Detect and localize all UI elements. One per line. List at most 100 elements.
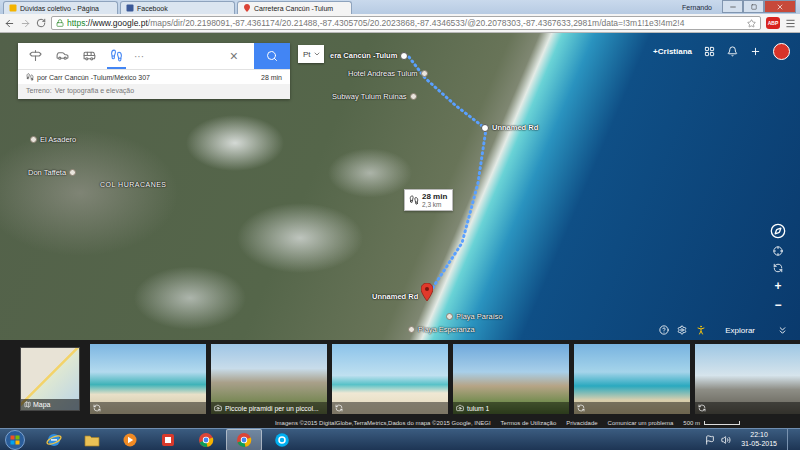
footer-link[interactable]: Comunicar um problema <box>608 420 674 426</box>
url-field[interactable]: https://www.google.pt/maps/dir/20.219809… <box>51 16 761 30</box>
notifications-icon[interactable] <box>727 46 738 57</box>
travel-mode-button[interactable] <box>53 43 72 69</box>
taskbar-app[interactable] <box>74 429 110 450</box>
taskbar-app[interactable] <box>150 429 186 450</box>
volume-icon[interactable] <box>721 435 731 445</box>
map-place[interactable]: Unnamed Rd <box>372 283 433 301</box>
compass-icon[interactable] <box>770 223 786 239</box>
share-icon[interactable] <box>750 46 761 57</box>
bookmark-star-icon[interactable] <box>747 19 756 28</box>
window-controls <box>722 0 796 13</box>
map-controls: +− <box>770 223 786 311</box>
settings-icon[interactable] <box>677 325 687 335</box>
more-modes-button[interactable]: ··· <box>134 51 144 62</box>
travel-mode-button[interactable] <box>80 43 99 69</box>
account-avatar[interactable] <box>773 43 790 60</box>
back-icon[interactable] <box>4 18 15 29</box>
route-info-box[interactable]: 28 min2,3 km <box>404 189 453 211</box>
place-label: Unnamed Rd <box>492 123 538 132</box>
route-info-text: 28 min2,3 km <box>422 192 447 208</box>
photo-card[interactable]: Piccole piramidi per un piccol... <box>211 344 327 414</box>
taskbar-app[interactable] <box>188 429 224 450</box>
minimize-button[interactable] <box>722 0 743 13</box>
poi-marker[interactable] <box>408 326 415 333</box>
clock[interactable]: 22:1031-05-2015 <box>737 431 781 447</box>
waypoint-marker[interactable] <box>481 124 489 132</box>
my-location-icon[interactable] <box>773 246 783 256</box>
taskbar-app[interactable] <box>36 429 72 450</box>
account-name[interactable]: +Cristiana <box>653 47 692 56</box>
reload-icon[interactable] <box>36 18 46 28</box>
close-window-button[interactable] <box>764 0 796 13</box>
adblock-badge[interactable]: ABP <box>766 17 780 29</box>
photo-card[interactable] <box>574 344 690 414</box>
map-card[interactable]: Mapa <box>20 347 80 411</box>
scale-bar <box>704 421 740 425</box>
address-bar: https://www.google.pt/maps/dir/20.219809… <box>0 14 800 33</box>
photo-caption <box>695 402 800 414</box>
zoom-in-button[interactable]: + <box>774 280 781 292</box>
footer-link[interactable]: Termos de Utilização <box>501 420 557 426</box>
poi-marker[interactable] <box>410 93 417 100</box>
poi-marker[interactable] <box>446 313 453 320</box>
photo-card[interactable] <box>332 344 448 414</box>
walk-icon <box>26 73 34 81</box>
map-place[interactable]: Playa Esperanza <box>408 325 475 334</box>
waypoint-marker[interactable] <box>400 52 408 60</box>
collapse-icon[interactable] <box>777 325 788 336</box>
place-label: Subway Tulum Ruinas <box>332 92 407 101</box>
map-place[interactable]: Hotel Andreas Tulum <box>348 69 428 78</box>
profile-name[interactable]: Fernando <box>674 4 720 11</box>
place-label: Don Taffeta <box>28 168 66 177</box>
footer-link[interactable]: Privacidade <box>566 420 597 426</box>
photo-card[interactable]: tulum 1 <box>453 344 569 414</box>
route-summary-row[interactable]: por Carr Cancún -Tulum/México 30728 min <box>18 69 290 84</box>
place-label: COL HURACANES <box>100 181 167 188</box>
help-icon[interactable] <box>659 325 669 335</box>
map-place[interactable]: Subway Tulum Ruinas <box>332 92 417 101</box>
menu-icon[interactable] <box>785 18 796 29</box>
place-label: Hotel Andreas Tulum <box>348 69 418 78</box>
taskbar-app[interactable] <box>112 429 148 450</box>
directions-icon <box>29 49 42 62</box>
action-center-icon[interactable] <box>705 435 715 445</box>
browser-tab[interactable]: Dúvidas coletivo - Página <box>3 1 118 14</box>
map-place[interactable]: era Cancún -Tulum <box>330 51 408 60</box>
travel-mode-button[interactable] <box>26 43 45 69</box>
poi-marker[interactable] <box>421 70 428 77</box>
photo-card[interactable] <box>90 344 206 414</box>
explore-button[interactable]: Explorar <box>715 326 769 335</box>
photo-caption <box>90 402 206 414</box>
language-dropdown[interactable]: Pt <box>298 45 324 63</box>
start-button[interactable] <box>4 430 26 450</box>
close-directions-button[interactable]: × <box>222 49 246 63</box>
map-place[interactable]: Playa Paraíso <box>446 312 503 321</box>
map-place[interactable]: El Asadero <box>30 135 76 144</box>
clock-date: 31-05-2015 <box>741 440 777 448</box>
photo-card[interactable] <box>695 344 800 414</box>
browser-tab[interactable]: Carretera Cancún -Tulum <box>237 1 352 14</box>
windows-logo-icon <box>5 430 25 450</box>
pegman-icon[interactable] <box>695 324 707 336</box>
poi-marker[interactable] <box>30 136 37 143</box>
map-place[interactable]: COL HURACANES <box>100 181 167 188</box>
show-desktop-button[interactable] <box>787 429 796 450</box>
rotate-icon[interactable] <box>773 263 783 273</box>
search-button[interactable] <box>254 43 290 69</box>
zoom-out-button[interactable]: − <box>774 299 781 311</box>
forward-icon[interactable] <box>20 18 31 29</box>
map-place[interactable]: Don Taffeta <box>28 168 76 177</box>
satellite-map[interactable]: era Cancún -Tulum Hotel Andreas Tulum Subw… <box>0 33 800 340</box>
taskbar-app[interactable] <box>226 429 262 450</box>
panorama-icon <box>577 404 585 412</box>
apps-grid-icon[interactable] <box>704 46 715 57</box>
url-text: https://www.google.pt/maps/dir/20.219809… <box>67 18 744 28</box>
taskbar-app[interactable] <box>264 429 300 450</box>
poi-marker[interactable] <box>69 169 76 176</box>
browser-tab[interactable]: Facebook <box>120 1 235 14</box>
maximize-button[interactable] <box>743 0 764 13</box>
map-place[interactable]: Unnamed Rd <box>481 123 538 132</box>
account-bar: +Cristiana <box>653 43 790 60</box>
travel-mode-button[interactable] <box>107 43 126 69</box>
terrain-link[interactable]: Ver topografia e elevação <box>55 87 134 96</box>
